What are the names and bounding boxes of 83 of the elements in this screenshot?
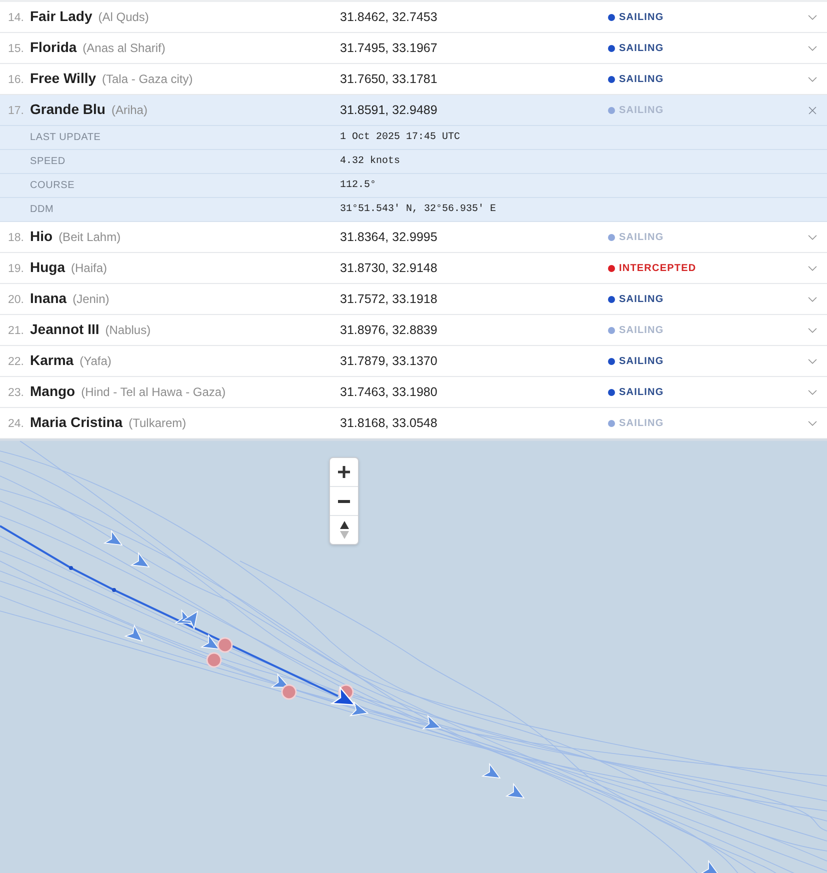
- circle-marker-icon[interactable]: [217, 637, 233, 653]
- detail-label: LAST UPDATE: [29, 131, 102, 145]
- vessel-origin: (Al Quds): [98, 9, 149, 26]
- vessel-name: Inana: [30, 289, 67, 308]
- row-number: 24.: [8, 417, 25, 432]
- vessel-position: 31.7572, 33.1918: [340, 290, 438, 308]
- row-number: 21.: [8, 324, 25, 340]
- vessel-position: 31.7650, 33.1781: [340, 70, 438, 88]
- vessel-row[interactable]: 17. Grande Blu (Ariha) 31.8591, 32.9489 SAILING LAST UPDATE 1 Oct 2025 17:45 UTC SPEED 4.32 knots COURSE 112.5° DDM 31°51.543′ N, 32°56.935′ E: [0, 95, 827, 222]
- vessel-origin: (Hind - Tel al Hawa - Gaza): [81, 384, 226, 402]
- row-number: 14.: [8, 11, 25, 26]
- row-number: 20.: [8, 293, 25, 308]
- arrow-marker-icon[interactable]: [181, 610, 198, 630]
- vessel-origin: (Anas al Sharif): [82, 40, 166, 58]
- arrow-marker-icon[interactable]: [349, 701, 369, 716]
- detail-value: 4.32 knots: [340, 154, 400, 169]
- row-number: 15.: [8, 42, 25, 58]
- vessel-name: Florida: [30, 38, 77, 58]
- detail-label: SPEED: [29, 155, 66, 169]
- vessel-name: Mango: [30, 382, 76, 402]
- status-label: SAILING: [619, 10, 664, 24]
- vessel-origin: (Yafa): [80, 353, 112, 370]
- minus-icon: [338, 500, 350, 502]
- status-label: SAILING: [619, 386, 664, 400]
- vessel-position: 31.8976, 32.8839: [340, 322, 438, 339]
- status-label: SAILING: [619, 354, 664, 368]
- vessel-origin: (Tala - Gaza city): [102, 71, 193, 88]
- arrow-marker-icon[interactable]: [481, 762, 501, 778]
- status-label: SAILING: [619, 104, 664, 118]
- arrow-marker-icon[interactable]: [422, 714, 442, 730]
- vessel-name: Grande Blu: [30, 100, 106, 120]
- vessel-position: 31.8168, 33.0548: [340, 414, 438, 432]
- row-number: 16.: [8, 73, 25, 88]
- status-label: INTERCEPTED: [619, 262, 696, 276]
- vessel-name: Maria Cristina: [30, 413, 123, 432]
- vessel-name: Free Willy: [30, 69, 96, 88]
- vessel-name: Huga: [30, 258, 65, 278]
- row-number: 17.: [8, 104, 25, 120]
- vessel-origin: (Tulkarem): [128, 415, 186, 432]
- track-point-icon: [69, 566, 73, 570]
- row-number: 22.: [8, 355, 25, 370]
- vessel-position: 31.7463, 33.1980: [340, 384, 438, 401]
- vessel-position: 31.8591, 32.9489: [340, 102, 438, 119]
- status-label: SAILING: [619, 324, 664, 338]
- vessel-name: Jeannot III: [30, 320, 100, 340]
- arrow-marker-icon[interactable]: [505, 782, 525, 798]
- vessel-position: 31.7879, 33.1370: [340, 352, 438, 370]
- arrow-marker-icon[interactable]: [130, 552, 150, 568]
- status-label: SAILING: [619, 292, 664, 306]
- status-label: SAILING: [619, 416, 664, 430]
- circle-marker-icon[interactable]: [206, 652, 222, 668]
- selected-arrow-marker-icon[interactable]: [330, 686, 356, 706]
- row-number: 19.: [8, 262, 25, 278]
- vessel-origin: (Haifa): [71, 260, 108, 278]
- row-number: 23.: [8, 386, 25, 402]
- circle-marker-icon[interactable]: [281, 684, 297, 700]
- track-point-icon: [112, 588, 116, 592]
- vessel-name: Fair Lady: [30, 7, 92, 26]
- detail-label: COURSE: [29, 179, 76, 193]
- vessel-origin: (Nablus): [105, 322, 151, 340]
- vessel-position: 31.7495, 33.1967: [340, 40, 438, 57]
- detail-value: 112.5°: [340, 179, 376, 193]
- arrow-marker-icon[interactable]: [700, 860, 720, 873]
- detail-label: DDM: [29, 203, 55, 217]
- plus-icon: [338, 466, 350, 478]
- vessel-origin: (Beit Lahm): [58, 229, 121, 246]
- vessel-origin: (Ariha): [111, 102, 148, 120]
- status-label: SAILING: [619, 230, 664, 244]
- vessel-position: 31.8730, 32.9148: [340, 260, 438, 277]
- detail-value: 1 Oct 2025 17:45 UTC: [340, 131, 460, 145]
- status-label: SAILING: [619, 42, 664, 56]
- vessel-name: Hio: [30, 227, 53, 246]
- row-number: 18.: [8, 231, 25, 246]
- arrow-marker-icon[interactable]: [200, 634, 220, 650]
- detail-value: 31°51.543′ N, 32°56.935′ E: [340, 202, 496, 217]
- vessel-position: 31.8462, 32.7453: [340, 8, 438, 26]
- status-label: SAILING: [619, 72, 664, 86]
- vessel-name: Karma: [30, 351, 74, 370]
- compass-icon: [340, 521, 348, 539]
- vessel-origin: (Jenin): [72, 291, 110, 308]
- vessel-position: 31.8364, 32.9995: [340, 228, 438, 246]
- arrow-marker-icon[interactable]: [124, 624, 143, 642]
- arrow-marker-icon[interactable]: [103, 530, 123, 546]
